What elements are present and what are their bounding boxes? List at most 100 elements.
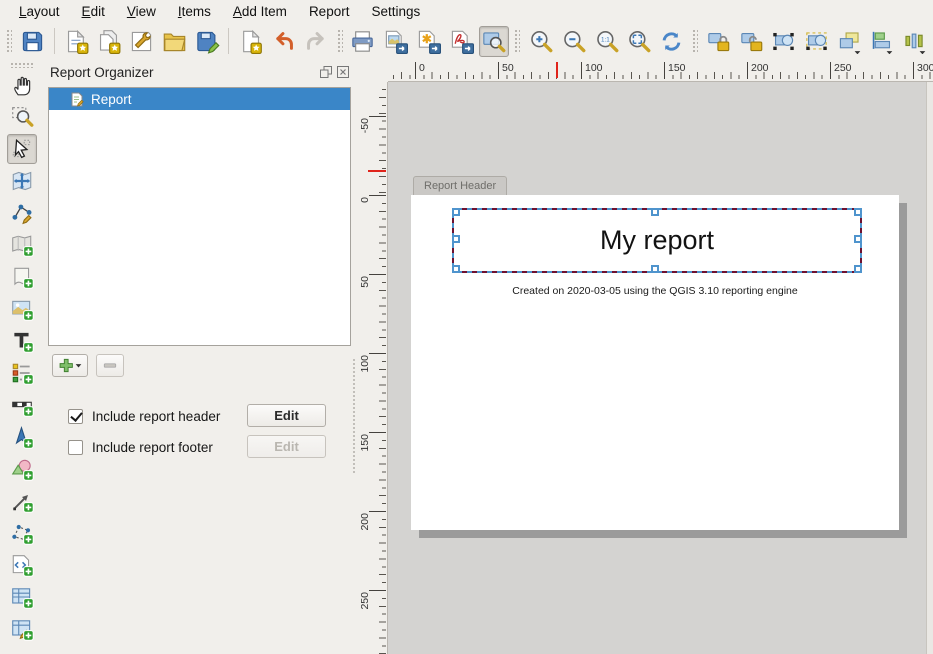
tree-item-report[interactable]: Report — [49, 88, 350, 110]
zoom-actual-button[interactable]: 1:1 — [591, 26, 622, 57]
add-html-icon — [10, 553, 34, 577]
toolbar-drag-handle[interactable] — [692, 29, 698, 54]
add-attribute-table-icon — [10, 585, 34, 609]
add-attribute-table-tool[interactable] — [7, 582, 37, 612]
add-picture-tool[interactable] — [7, 294, 37, 324]
resize-handle[interactable] — [452, 208, 460, 216]
select-move-item-tool[interactable] — [7, 134, 37, 164]
zoom-in-icon — [528, 29, 553, 54]
menu-report[interactable]: Report — [298, 2, 361, 21]
zoom-full-button[interactable] — [623, 26, 654, 57]
main-toolbar: 1:1 — [0, 22, 933, 60]
report-tree: Report — [48, 87, 351, 346]
toolbox-drag-handle[interactable] — [10, 62, 34, 68]
add-map-tool[interactable] — [7, 230, 37, 260]
resize-handle[interactable] — [854, 235, 862, 243]
toolbar-separator — [54, 28, 55, 54]
add-from-template-icon — [238, 29, 263, 54]
move-content-icon — [10, 169, 34, 193]
add-legend-tool[interactable] — [7, 358, 37, 388]
resize-handle[interactable] — [651, 208, 659, 216]
include-header-checkbox[interactable] — [68, 409, 83, 424]
menu-settings[interactable]: Settings — [360, 2, 431, 21]
select-cursor-icon — [10, 137, 34, 161]
menu-add-item[interactable]: Add Item — [222, 2, 298, 21]
duplicate-layout-button[interactable] — [93, 26, 124, 57]
float-panel-icon[interactable] — [319, 65, 333, 79]
add-html-tool[interactable] — [7, 550, 37, 580]
remove-section-button[interactable] — [96, 354, 124, 377]
tree-item-label: Report — [91, 92, 132, 107]
section-buttons — [52, 354, 124, 377]
add-scalebar-tool[interactable] — [7, 390, 37, 420]
edit-header-button[interactable]: Edit — [247, 404, 326, 427]
unlock-items-button[interactable] — [736, 26, 767, 57]
refresh-view-button[interactable] — [656, 26, 687, 57]
toolbar-drag-handle[interactable] — [6, 29, 12, 54]
resize-handle[interactable] — [452, 235, 460, 243]
resize-handle[interactable] — [651, 265, 659, 273]
add-north-arrow-tool[interactable] — [7, 422, 37, 452]
resize-handle[interactable] — [854, 265, 862, 273]
lock-items-button[interactable] — [703, 26, 734, 57]
resize-handle[interactable] — [854, 208, 862, 216]
vertical-scrollbar[interactable] — [926, 82, 933, 654]
new-layout-button[interactable] — [61, 26, 92, 57]
add-north-arrow-icon — [10, 425, 34, 449]
raise-items-button[interactable] — [834, 26, 865, 57]
distribute-items-icon — [902, 29, 927, 54]
add-node-item-tool[interactable] — [7, 518, 37, 548]
selected-label-item[interactable]: My report — [452, 208, 862, 273]
edit-nodes-tool[interactable] — [7, 198, 37, 228]
add-items-from-template-button[interactable] — [235, 26, 266, 57]
zoom-actual-glyph: 1:1 — [601, 36, 610, 43]
menu-view[interactable]: View — [116, 2, 167, 21]
export-image-button[interactable] — [380, 26, 411, 57]
print-button[interactable] — [348, 26, 379, 57]
export-image-icon — [383, 29, 408, 54]
align-items-button[interactable] — [867, 26, 898, 57]
include-footer-checkbox[interactable] — [68, 440, 83, 455]
menu-items[interactable]: Items — [167, 2, 222, 21]
zoom-tool[interactable] — [7, 102, 37, 132]
save-project-button[interactable] — [17, 26, 48, 57]
load-from-template-button[interactable] — [159, 26, 190, 57]
add-section-button[interactable] — [52, 354, 88, 377]
zoom-out-button[interactable] — [558, 26, 589, 57]
menu-layout[interactable]: Layout — [8, 2, 71, 21]
pan-hand-icon — [10, 73, 34, 97]
layout-canvas[interactable]: Report Header My report — [388, 82, 933, 654]
save-as-template-button[interactable] — [192, 26, 223, 57]
duplicate-layout-icon — [96, 29, 121, 54]
toolbar-drag-handle[interactable] — [514, 29, 520, 54]
menu-edit[interactable]: Edit — [71, 2, 116, 21]
undo-button[interactable] — [268, 26, 299, 57]
zoom-region-button[interactable] — [479, 26, 510, 57]
export-pdf-button[interactable] — [446, 26, 477, 57]
zoom-in-button[interactable] — [525, 26, 556, 57]
add-3d-map-tool[interactable] — [7, 262, 37, 292]
include-header-label: Include report header — [92, 409, 220, 424]
menu-bar: Layout Edit View Items Add Item Report S… — [0, 0, 933, 22]
edit-footer-button[interactable]: Edit — [247, 435, 326, 458]
add-label-tool[interactable] — [7, 326, 37, 356]
add-arrow-tool[interactable] — [7, 486, 37, 516]
zoom-out-icon — [561, 29, 586, 54]
pan-tool[interactable] — [7, 70, 37, 100]
edit-nodes-icon — [10, 201, 34, 225]
ungroup-items-button[interactable] — [801, 26, 832, 57]
resize-handle[interactable] — [452, 265, 460, 273]
close-panel-icon[interactable] — [336, 65, 350, 79]
layout-manager-button[interactable] — [126, 26, 157, 57]
distribute-items-button[interactable] — [899, 26, 930, 57]
ungroup-items-icon — [804, 29, 829, 54]
add-shape-tool[interactable] — [7, 454, 37, 484]
add-shape-icon — [10, 457, 34, 481]
move-item-content-tool[interactable] — [7, 166, 37, 196]
group-items-button[interactable] — [768, 26, 799, 57]
toolbar-drag-handle[interactable] — [337, 29, 343, 54]
lock-icon — [706, 29, 731, 54]
export-svg-button[interactable] — [413, 26, 444, 57]
add-fixed-table-tool[interactable] — [7, 614, 37, 644]
redo-button[interactable] — [301, 26, 332, 57]
